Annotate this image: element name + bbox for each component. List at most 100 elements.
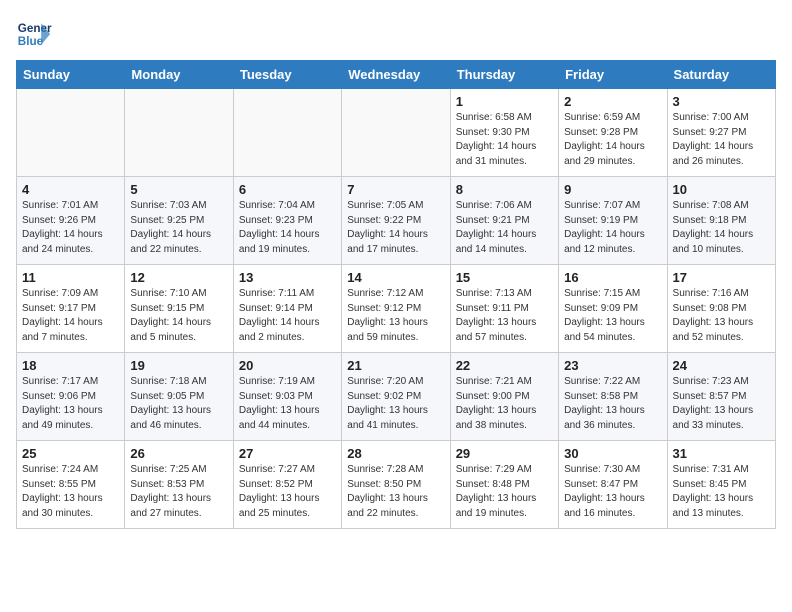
day-cell: 7 Sunrise: 7:05 AMSunset: 9:22 PMDaylight… bbox=[342, 177, 450, 265]
day-info: Sunrise: 7:29 AMSunset: 8:48 PMDaylight:… bbox=[456, 463, 553, 521]
day-info: Sunrise: 7:31 AMSunset: 8:45 PMDaylight:… bbox=[673, 463, 770, 521]
day-cell: 20 Sunrise: 7:19 AMSunset: 9:03 PMDayligh… bbox=[233, 353, 341, 441]
day-number: 15 bbox=[456, 270, 553, 285]
day-info: Sunrise: 7:17 AMSunset: 9:06 PMDaylight:… bbox=[22, 375, 119, 433]
day-cell: 14Sunrise: 7:12 AMSunset: 9:12 PMDayligh… bbox=[342, 265, 450, 353]
day-number: 9 bbox=[564, 182, 661, 197]
day-number: 18 bbox=[22, 358, 119, 373]
day-info: Sunrise: 7:05 AMSunset: 9:22 PMDaylight:… bbox=[347, 199, 444, 257]
calendar-table: SundayMondayTuesdayWednesdayThursdayFrid… bbox=[16, 60, 776, 529]
day-info: Sunrise: 7:30 AMSunset: 8:47 PMDaylight:… bbox=[564, 463, 661, 521]
header-cell-wednesday: Wednesday bbox=[342, 61, 450, 89]
day-info: Sunrise: 7:10 AMSunset: 9:15 PMDaylight:… bbox=[130, 287, 227, 345]
day-cell: 4 Sunrise: 7:01 AMSunset: 9:26 PMDaylight… bbox=[17, 177, 125, 265]
day-cell: 12 Sunrise: 7:10 AMSunset: 9:15 PMDayligh… bbox=[125, 265, 233, 353]
header-cell-friday: Friday bbox=[559, 61, 667, 89]
day-number: 27 bbox=[239, 446, 336, 461]
day-info: Sunrise: 7:01 AMSunset: 9:26 PMDaylight:… bbox=[22, 199, 119, 257]
day-cell: 21 Sunrise: 7:20 AMSunset: 9:02 PMDayligh… bbox=[342, 353, 450, 441]
day-number: 24 bbox=[673, 358, 770, 373]
header-cell-tuesday: Tuesday bbox=[233, 61, 341, 89]
day-cell: 23 Sunrise: 7:22 AMSunset: 8:58 PMDayligh… bbox=[559, 353, 667, 441]
day-cell bbox=[233, 89, 341, 177]
calendar-body: 1Sunrise: 6:58 AMSunset: 9:30 PMDaylight… bbox=[17, 89, 776, 529]
day-number: 8 bbox=[456, 182, 553, 197]
day-number: 3 bbox=[673, 94, 770, 109]
day-number: 17 bbox=[673, 270, 770, 285]
day-info: Sunrise: 7:06 AMSunset: 9:21 PMDaylight:… bbox=[456, 199, 553, 257]
day-info: Sunrise: 7:00 AMSunset: 9:27 PMDaylight:… bbox=[673, 111, 770, 169]
logo: General Blue bbox=[16, 16, 52, 52]
week-row-2: 4 Sunrise: 7:01 AMSunset: 9:26 PMDaylight… bbox=[17, 177, 776, 265]
day-info: Sunrise: 7:04 AMSunset: 9:23 PMDaylight:… bbox=[239, 199, 336, 257]
day-cell: 6Sunrise: 7:04 AMSunset: 9:23 PMDaylight… bbox=[233, 177, 341, 265]
day-cell: 17Sunrise: 7:16 AMSunset: 9:08 PMDayligh… bbox=[667, 265, 775, 353]
day-number: 21 bbox=[347, 358, 444, 373]
day-cell: 22 Sunrise: 7:21 AMSunset: 9:00 PMDayligh… bbox=[450, 353, 558, 441]
day-cell: 30Sunrise: 7:30 AMSunset: 8:47 PMDayligh… bbox=[559, 441, 667, 529]
day-info: Sunrise: 7:08 AMSunset: 9:18 PMDaylight:… bbox=[673, 199, 770, 257]
day-cell: 29 Sunrise: 7:29 AMSunset: 8:48 PMDayligh… bbox=[450, 441, 558, 529]
day-cell: 19Sunrise: 7:18 AMSunset: 9:05 PMDayligh… bbox=[125, 353, 233, 441]
day-cell: 13Sunrise: 7:11 AMSunset: 9:14 PMDayligh… bbox=[233, 265, 341, 353]
day-number: 31 bbox=[673, 446, 770, 461]
day-info: Sunrise: 7:13 AMSunset: 9:11 PMDaylight:… bbox=[456, 287, 553, 345]
day-info: Sunrise: 7:07 AMSunset: 9:19 PMDaylight:… bbox=[564, 199, 661, 257]
day-info: Sunrise: 7:22 AMSunset: 8:58 PMDaylight:… bbox=[564, 375, 661, 433]
week-row-3: 11 Sunrise: 7:09 AMSunset: 9:17 PMDayligh… bbox=[17, 265, 776, 353]
day-info: Sunrise: 7:27 AMSunset: 8:52 PMDaylight:… bbox=[239, 463, 336, 521]
svg-text:Blue: Blue bbox=[18, 35, 44, 48]
day-cell: 25 Sunrise: 7:24 AMSunset: 8:55 PMDayligh… bbox=[17, 441, 125, 529]
day-number: 20 bbox=[239, 358, 336, 373]
day-number: 11 bbox=[22, 270, 119, 285]
day-info: Sunrise: 7:21 AMSunset: 9:00 PMDaylight:… bbox=[456, 375, 553, 433]
day-cell: 5 Sunrise: 7:03 AMSunset: 9:25 PMDaylight… bbox=[125, 177, 233, 265]
day-info: Sunrise: 7:19 AMSunset: 9:03 PMDaylight:… bbox=[239, 375, 336, 433]
day-number: 22 bbox=[456, 358, 553, 373]
day-number: 26 bbox=[130, 446, 227, 461]
day-info: Sunrise: 7:25 AMSunset: 8:53 PMDaylight:… bbox=[130, 463, 227, 521]
day-cell: 1Sunrise: 6:58 AMSunset: 9:30 PMDaylight… bbox=[450, 89, 558, 177]
day-info: Sunrise: 6:59 AMSunset: 9:28 PMDaylight:… bbox=[564, 111, 661, 169]
day-number: 12 bbox=[130, 270, 227, 285]
day-number: 5 bbox=[130, 182, 227, 197]
day-info: Sunrise: 7:03 AMSunset: 9:25 PMDaylight:… bbox=[130, 199, 227, 257]
header-cell-thursday: Thursday bbox=[450, 61, 558, 89]
day-number: 13 bbox=[239, 270, 336, 285]
day-info: Sunrise: 7:28 AMSunset: 8:50 PMDaylight:… bbox=[347, 463, 444, 521]
week-row-4: 18 Sunrise: 7:17 AMSunset: 9:06 PMDayligh… bbox=[17, 353, 776, 441]
day-number: 29 bbox=[456, 446, 553, 461]
header: General Blue bbox=[16, 16, 776, 52]
day-number: 23 bbox=[564, 358, 661, 373]
day-cell bbox=[125, 89, 233, 177]
day-cell: 18 Sunrise: 7:17 AMSunset: 9:06 PMDayligh… bbox=[17, 353, 125, 441]
calendar-header-row: SundayMondayTuesdayWednesdayThursdayFrid… bbox=[17, 61, 776, 89]
header-cell-sunday: Sunday bbox=[17, 61, 125, 89]
day-number: 4 bbox=[22, 182, 119, 197]
header-cell-saturday: Saturday bbox=[667, 61, 775, 89]
day-cell bbox=[17, 89, 125, 177]
day-number: 14 bbox=[347, 270, 444, 285]
day-number: 25 bbox=[22, 446, 119, 461]
day-cell: 11 Sunrise: 7:09 AMSunset: 9:17 PMDayligh… bbox=[17, 265, 125, 353]
day-info: Sunrise: 7:09 AMSunset: 9:17 PMDaylight:… bbox=[22, 287, 119, 345]
day-number: 28 bbox=[347, 446, 444, 461]
day-cell: 10 Sunrise: 7:08 AMSunset: 9:18 PMDayligh… bbox=[667, 177, 775, 265]
header-cell-monday: Monday bbox=[125, 61, 233, 89]
day-cell: 16Sunrise: 7:15 AMSunset: 9:09 PMDayligh… bbox=[559, 265, 667, 353]
day-cell: 31 Sunrise: 7:31 AMSunset: 8:45 PMDayligh… bbox=[667, 441, 775, 529]
logo-icon: General Blue bbox=[16, 16, 52, 52]
day-number: 7 bbox=[347, 182, 444, 197]
day-info: Sunrise: 7:18 AMSunset: 9:05 PMDaylight:… bbox=[130, 375, 227, 433]
day-cell: 3 Sunrise: 7:00 AMSunset: 9:27 PMDaylight… bbox=[667, 89, 775, 177]
day-number: 2 bbox=[564, 94, 661, 109]
day-cell: 26 Sunrise: 7:25 AMSunset: 8:53 PMDayligh… bbox=[125, 441, 233, 529]
day-cell: 9 Sunrise: 7:07 AMSunset: 9:19 PMDaylight… bbox=[559, 177, 667, 265]
day-cell bbox=[342, 89, 450, 177]
day-info: Sunrise: 7:20 AMSunset: 9:02 PMDaylight:… bbox=[347, 375, 444, 433]
day-info: Sunrise: 7:23 AMSunset: 8:57 PMDaylight:… bbox=[673, 375, 770, 433]
day-number: 16 bbox=[564, 270, 661, 285]
day-number: 10 bbox=[673, 182, 770, 197]
day-info: Sunrise: 7:24 AMSunset: 8:55 PMDaylight:… bbox=[22, 463, 119, 521]
day-cell: 15 Sunrise: 7:13 AMSunset: 9:11 PMDayligh… bbox=[450, 265, 558, 353]
